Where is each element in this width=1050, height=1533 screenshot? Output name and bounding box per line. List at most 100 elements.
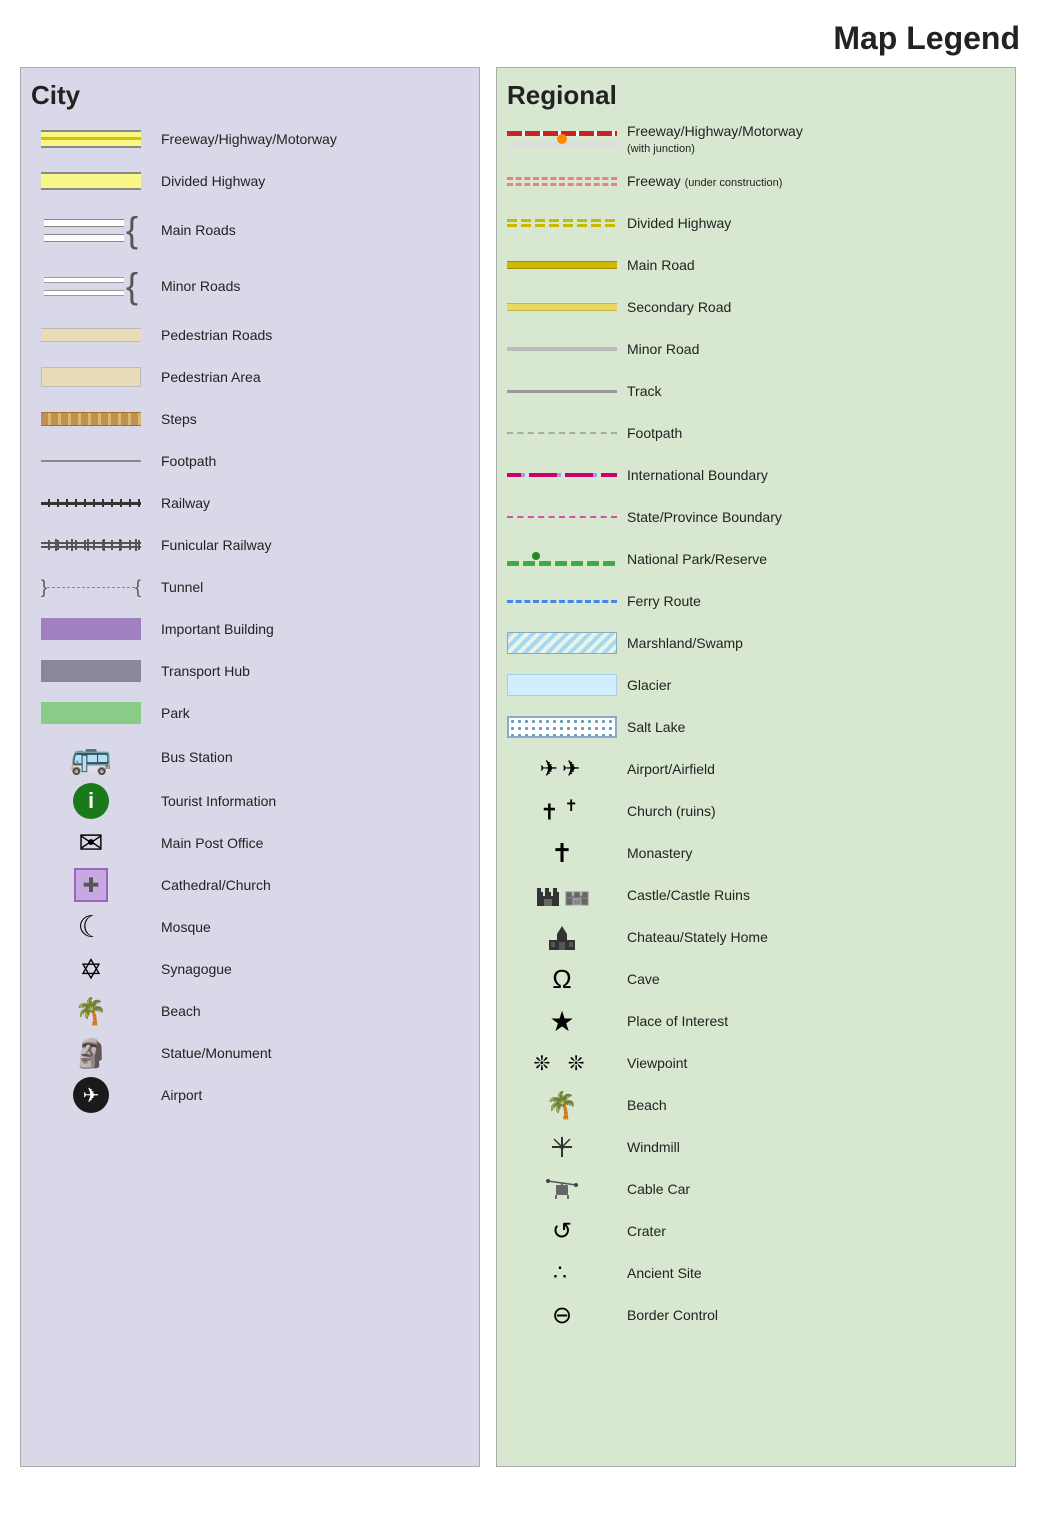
reg-freeway-uc-symbol [507, 177, 617, 186]
transport-hub-symbol [31, 660, 151, 682]
divided-hwy-label: Divided Highway [161, 173, 469, 189]
list-item: ✈ Airport [31, 1077, 469, 1113]
reg-viewpoint-label: Viewpoint [627, 1055, 1005, 1071]
reg-windmill-symbol [507, 1133, 617, 1161]
funicular-label: Funicular Railway [161, 537, 469, 553]
mosque-label: Mosque [161, 919, 469, 935]
list-item: Steps [31, 401, 469, 437]
list-item: ∴ Ancient Site [507, 1255, 1005, 1291]
list-item: Divided Highway [507, 205, 1005, 241]
cross-ruins-icons: ✝✝ [540, 796, 584, 825]
railway-symbol [31, 497, 151, 509]
reg-intl-boundary-symbol [507, 471, 617, 479]
list-item: Freeway/Highway/Motorway [31, 121, 469, 157]
park-label: Park [161, 705, 469, 721]
reg-castle-symbol [507, 882, 617, 908]
info-circle-icon: i [73, 783, 109, 819]
list-item: Pedestrian Area [31, 359, 469, 395]
beach-icon: 🌴 [75, 996, 107, 1027]
list-item: ☾ Mosque [31, 909, 469, 945]
list-item: ↺ Crater [507, 1213, 1005, 1249]
beach-symbol: 🌴 [31, 996, 151, 1027]
list-item: Ferry Route [507, 583, 1005, 619]
reg-viewpoint-symbol: ❊ ❊ [507, 1051, 617, 1076]
tourist-info-label: Tourist Information [161, 793, 469, 809]
cathedral-symbol: ✚ [31, 868, 151, 902]
reg-airport-label: Airport/Airfield [627, 761, 1005, 777]
bus-station-symbol: 🚌 [31, 737, 151, 777]
ped-roads-label: Pedestrian Roads [161, 327, 469, 343]
funicular-symbol [31, 539, 151, 551]
synagogue-symbol: ✡ [31, 953, 151, 986]
list-item: Pedestrian Roads [31, 317, 469, 353]
post-office-label: Main Post Office [161, 835, 469, 851]
reg-salt-lake-label: Salt Lake [627, 719, 1005, 735]
freeway-label: Freeway/Highway/Motorway [161, 131, 469, 147]
park-symbol [31, 702, 151, 724]
reg-footpath-label: Footpath [627, 425, 1005, 441]
reg-state-boundary-symbol [507, 516, 617, 518]
reg-minor-road-label: Minor Road [627, 341, 1005, 357]
list-item: Chateau/Stately Home [507, 919, 1005, 955]
reg-monastery-symbol: ✝ [507, 838, 617, 869]
list-item: ✝✝ Church (ruins) [507, 793, 1005, 829]
reg-intl-boundary-label: International Boundary [627, 467, 1005, 483]
castle-icons [535, 882, 589, 908]
monastery-cross-icon: ✝ [551, 838, 573, 869]
header: Map Legend [20, 20, 1030, 57]
statue-icon: 🗿 [74, 1037, 109, 1070]
airplane-icons: ✈✈ [540, 756, 585, 782]
reg-windmill-label: Windmill [627, 1139, 1005, 1155]
list-item: } { Tunnel [31, 569, 469, 605]
reg-cable-car-symbol [507, 1173, 617, 1205]
list-item: i Tourist Information [31, 783, 469, 819]
omega-icon: Ω [552, 964, 571, 995]
cross-square-icon: ✚ [74, 868, 108, 902]
reg-salt-lake-symbol [507, 716, 617, 738]
list-item: ⊖ Border Control [507, 1297, 1005, 1333]
ped-area-label: Pedestrian Area [161, 369, 469, 385]
reg-national-park-symbol [507, 552, 617, 566]
list-item: Freeway/Highway/Motorway (with junction) [507, 121, 1005, 157]
important-bldg-label: Important Building [161, 621, 469, 637]
list-item: Divided Highway [31, 163, 469, 199]
minor-roads-label: Minor Roads [161, 278, 469, 294]
list-item: Park [31, 695, 469, 731]
freeway-symbol [31, 130, 151, 148]
list-item: National Park/Reserve [507, 541, 1005, 577]
reg-cable-car-label: Cable Car [627, 1181, 1005, 1197]
tunnel-symbol: } { [31, 577, 151, 597]
list-item: ✚ Cathedral/Church [31, 867, 469, 903]
reg-beach-icon: 🌴 [546, 1090, 578, 1121]
reg-poi-symbol: ★ [507, 1005, 617, 1038]
important-bldg-symbol [31, 618, 151, 640]
reg-glacier-label: Glacier [627, 677, 1005, 693]
reg-track-label: Track [627, 383, 1005, 399]
list-item: Footpath [507, 415, 1005, 451]
list-item: 🚌 Bus Station [31, 737, 469, 777]
reg-castle-label: Castle/Castle Ruins [627, 887, 1005, 903]
transport-hub-label: Transport Hub [161, 663, 469, 679]
page-title: Map Legend [833, 20, 1020, 56]
list-item: Main Road [507, 247, 1005, 283]
list-item: Transport Hub [31, 653, 469, 689]
list-item: 🌴 Beach [31, 993, 469, 1029]
viewpoint-icons: ❊ ❊ [533, 1051, 590, 1076]
chateau-icon [547, 922, 577, 952]
list-item: Glacier [507, 667, 1005, 703]
list-item: ❊ ❊ Viewpoint [507, 1045, 1005, 1081]
list-item: Salt Lake [507, 709, 1005, 745]
airport-symbol: ✈ [31, 1077, 151, 1113]
reg-church-symbol: ✝✝ [507, 796, 617, 825]
list-item: Track [507, 373, 1005, 409]
list-item: ★ Place of Interest [507, 1003, 1005, 1039]
reg-freeway-uc-label: Freeway (under construction) [627, 173, 1005, 189]
border-control-icon: ⊖ [552, 1301, 572, 1330]
regional-column: Regional Freeway/Highway/Motorway (with … [496, 67, 1016, 1467]
regional-section-title: Regional [507, 80, 1005, 111]
list-item: Freeway (under construction) [507, 163, 1005, 199]
cable-car-icon [546, 1173, 578, 1205]
page: Map Legend City Freeway/Highway/Motorway [0, 0, 1050, 1533]
reg-divided-label: Divided Highway [627, 215, 1005, 231]
reg-ferry-label: Ferry Route [627, 593, 1005, 609]
